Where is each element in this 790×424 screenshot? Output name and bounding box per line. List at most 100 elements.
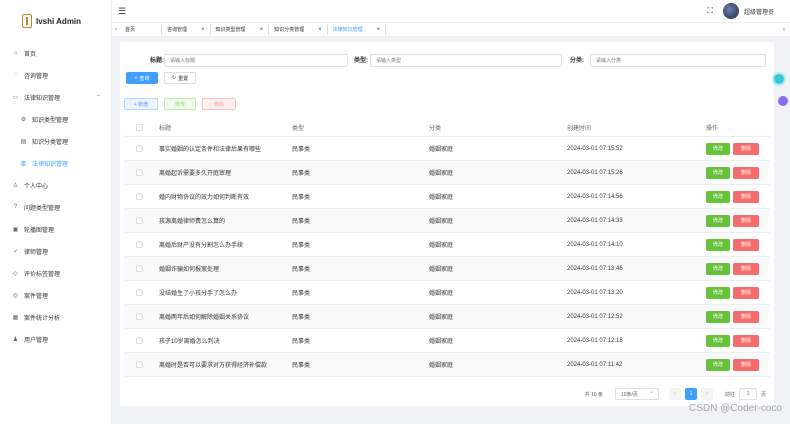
delete-button[interactable]: 删除 (733, 142, 759, 155)
sidebar-item[interactable]: ♙ 个人中心 (0, 174, 111, 196)
page-size-select[interactable]: 10条/页 (614, 388, 659, 400)
logo-icon (22, 14, 32, 28)
cell-type: 民事类 (292, 171, 311, 177)
sidebar-item[interactable]: ◇ 评价标签管理 (0, 262, 111, 284)
tab-item[interactable]: 咨询管理 × (162, 24, 211, 35)
edit-button[interactable]: 修改 (706, 310, 730, 323)
row-checkbox[interactable] (135, 289, 143, 296)
close-icon[interactable]: × (260, 27, 264, 33)
tabs-scroll-left-icon[interactable]: ‹ (112, 27, 120, 33)
row-checkbox[interactable] (135, 313, 143, 320)
delete-button[interactable]: 删除 (733, 214, 759, 227)
add-button[interactable]: + 新增 (124, 98, 158, 110)
chat-icon: ◌ (13, 72, 18, 78)
row-checkbox[interactable] (135, 265, 143, 272)
edit-button[interactable]: 修改 (706, 190, 730, 203)
select-all-checkbox[interactable] (135, 124, 143, 131)
delete-button[interactable]: 删除 (733, 358, 759, 371)
sidebar-item[interactable]: ⌂ 首页 (0, 42, 111, 64)
cell-category: 婚姻家庭 (429, 267, 454, 273)
watermark: CSDN @Coder-coco (689, 403, 782, 414)
edit-button[interactable]: 修改 (706, 334, 730, 347)
row-checkbox[interactable] (135, 241, 143, 248)
sidebar-item[interactable]: ⚙ 知识类型管理 (0, 108, 111, 130)
sidebar-item[interactable]: ▦ 案件统计分析 (0, 306, 111, 328)
table-row: 婚内财物协议的效力如何判断有效 民事类 婚姻家庭 2024-03-01 07:14:5… (124, 185, 770, 209)
search-icon: ⌕ (134, 75, 138, 81)
category-filter-input[interactable] (590, 54, 766, 67)
sidebar-item[interactable]: ◎ 案件管理 (0, 284, 111, 306)
check-icon: ✓ (12, 248, 19, 255)
tab-item[interactable]: 知识类型管理 × (210, 24, 270, 35)
delete-button[interactable]: 删除 (733, 262, 759, 275)
header-category: 分类 (429, 126, 442, 132)
bulk-delete-button[interactable]: 删除 (202, 98, 236, 110)
row-checkbox[interactable] (135, 337, 143, 344)
type-filter-input[interactable] (370, 54, 562, 67)
tab-item[interactable]: 知识分类管理 × (269, 24, 328, 35)
edit-button[interactable]: 修改 (706, 358, 730, 371)
edit-button[interactable]: 修改 (706, 238, 730, 251)
edit-button[interactable]: 修改 (706, 262, 730, 275)
cell-created: 2024-03-01 07:15:52 (567, 145, 623, 152)
sidebar-item[interactable]: ▤ 知识分类管理 (0, 130, 111, 152)
cell-category: 婚姻家庭 (429, 363, 454, 369)
edit-button[interactable]: 修改 (706, 142, 730, 155)
cell-title: 离婚后财产没有分割怎么办手续 (159, 243, 244, 249)
hamburger-icon[interactable]: ☰ (118, 6, 126, 17)
cell-created: 2024-03-01 07:12:18 (567, 337, 623, 344)
sidebar-item[interactable]: ▣ 轮播图管理 (0, 218, 111, 240)
sidebar-item-label: 问题类型管理 (24, 205, 61, 212)
sidebar-item[interactable]: ♟ 用户管理 (0, 328, 111, 350)
tab-item[interactable]: 法律知识管理 × (327, 24, 387, 35)
cell-category: 婚姻家庭 (429, 339, 454, 345)
delete-button[interactable]: 删除 (733, 190, 759, 203)
edit-button[interactable]: 修改 (706, 214, 730, 227)
delete-button[interactable]: 删除 (733, 334, 759, 347)
title-filter-input[interactable] (164, 54, 348, 67)
cell-type: 民事类 (292, 267, 311, 273)
row-checkbox[interactable] (135, 169, 143, 176)
row-checkbox[interactable] (135, 217, 143, 224)
sidebar-item[interactable]: ◌ 咨询管理 (0, 64, 111, 86)
sidebar-item[interactable]: ? 问题类型管理 (0, 196, 111, 218)
delete-button[interactable]: 删除 (733, 166, 759, 179)
header-title: 标题 (159, 126, 172, 132)
user-name[interactable]: 超级管理员 (744, 7, 774, 16)
sidebar-item[interactable]: ▭ 法律知识管理 ⌃ (0, 86, 111, 108)
floating-help-icon[interactable] (772, 72, 786, 86)
cell-title: 孩子10岁离婚怎么判决 (159, 339, 220, 345)
floating-assistant-icon[interactable] (778, 96, 788, 106)
row-checkbox[interactable] (135, 145, 143, 152)
goto-page-input[interactable]: 1 (738, 388, 757, 400)
page-number-current[interactable]: 1 (684, 388, 697, 400)
sidebar-item[interactable]: ▥ 法律知识管理 (0, 152, 111, 174)
row-checkbox[interactable] (135, 193, 143, 200)
close-icon[interactable]: × (318, 27, 322, 33)
close-icon[interactable]: × (377, 27, 381, 33)
close-icon[interactable]: × (201, 27, 205, 33)
search-button[interactable]: ⌕ 查询 (126, 72, 158, 84)
avatar[interactable] (722, 3, 739, 19)
prev-page-button[interactable]: ‹ (668, 388, 681, 400)
sidebar-item-label: 评价标签管理 (24, 271, 61, 278)
next-page-button[interactable]: › (700, 388, 713, 400)
cell-title: 离婚起诉需要多久开庭审理 (159, 171, 232, 177)
reset-button[interactable]: ↻ 重置 (164, 72, 196, 84)
edit-button[interactable]: 修改 (706, 286, 730, 299)
sidebar-item[interactable]: ✓ 律师管理 (0, 240, 111, 262)
cell-created: 2024-03-01 07:14:56 (567, 193, 623, 200)
bulk-edit-button[interactable]: 修改 (164, 98, 196, 110)
row-checkbox[interactable] (135, 361, 143, 368)
delete-button[interactable]: 删除 (733, 286, 759, 299)
tab-item[interactable]: 首页 (120, 24, 163, 35)
fullscreen-icon[interactable]: ⛶ (707, 6, 713, 16)
tabs-scroll-right-icon[interactable]: › (780, 27, 788, 33)
cell-category: 婚姻家庭 (429, 171, 454, 177)
refresh-icon: ↻ (171, 75, 177, 81)
cell-title: 离婚两年后如何解除婚姻关系协议 (159, 315, 250, 321)
cell-created: 2024-03-01 07:15:26 (567, 169, 623, 176)
delete-button[interactable]: 删除 (733, 310, 759, 323)
delete-button[interactable]: 删除 (733, 238, 759, 251)
edit-button[interactable]: 修改 (706, 166, 730, 179)
